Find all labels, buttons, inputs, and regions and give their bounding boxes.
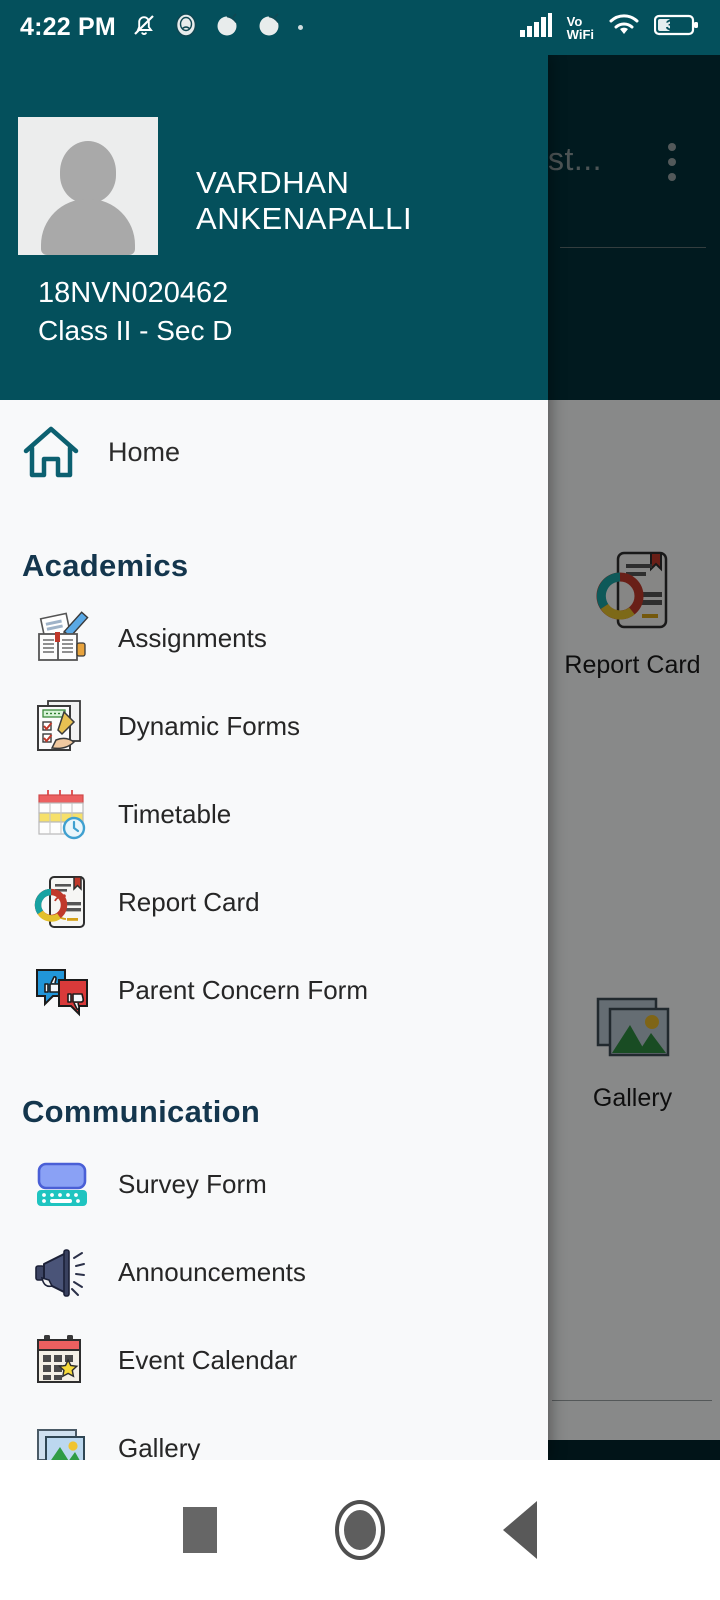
section-title-communication: Communication: [22, 1094, 261, 1129]
sidebar-item-label: Dynamic Forms: [118, 710, 301, 741]
sidebar-item-timetable[interactable]: Timetable: [0, 770, 548, 858]
gallery-icon: [594, 995, 672, 1070]
sidebar-item-label: Event Calendar: [118, 1344, 298, 1375]
sidebar-item-report-card[interactable]: Report Card: [0, 858, 548, 946]
volte-wifi-icon: Vo WiFi: [567, 15, 594, 41]
background-tile-gallery[interactable]: Gallery: [545, 995, 720, 1113]
sidebar-item-parent-concern-form[interactable]: Parent Concern Form: [0, 946, 548, 1034]
section-title-academics: Academics: [22, 548, 189, 583]
sidebar-item-label: Timetable: [118, 798, 232, 829]
sidebar-item-survey-form[interactable]: Survey Form: [0, 1140, 548, 1228]
report-card-icon: [34, 874, 90, 930]
home-icon: [20, 421, 82, 483]
gallery-icon: [34, 1420, 90, 1460]
report-card-icon: [596, 550, 670, 637]
avatar-placeholder-icon[interactable]: [18, 117, 158, 255]
phone-screen: st... Report Card Gallery VARDHAN ANKENA…: [0, 0, 720, 1600]
bell-muted-icon: [130, 11, 158, 44]
sidebar-item-dynamic-forms[interactable]: Dynamic Forms: [0, 682, 548, 770]
home-button[interactable]: [315, 1485, 405, 1575]
sidebar-item-announcements[interactable]: Announcements: [0, 1228, 548, 1316]
sidebar-item-home[interactable]: Home: [0, 400, 548, 504]
sidebar-item-event-calendar[interactable]: Event Calendar: [0, 1316, 548, 1404]
sidebar-item-label: Report Card: [118, 886, 260, 917]
back-button[interactable]: [475, 1485, 565, 1575]
student-class: Class II - Sec D: [38, 315, 233, 346]
background-appbar-title: st...: [548, 141, 603, 177]
kebab-menu-icon[interactable]: [668, 143, 676, 181]
background-footer-strip: [548, 1440, 720, 1460]
app-icon-2: [214, 11, 242, 44]
sidebar-item-label: Gallery: [118, 1432, 201, 1461]
drawer-body: Home Academics Assignments Dynamic Forms…: [0, 400, 548, 1460]
battery-level: 30: [665, 16, 683, 34]
sidebar-item-gallery[interactable]: Gallery: [0, 1404, 548, 1460]
student-name: VARDHAN ANKENAPALLI: [196, 165, 413, 236]
background-divider: [560, 247, 706, 248]
sidebar-item-label: Announcements: [118, 1256, 306, 1287]
status-bar: 4:22 PM Vo WiFi 30: [0, 0, 720, 55]
background-tile-report-card[interactable]: Report Card: [545, 550, 720, 680]
sidebar-item-label: Survey Form: [118, 1168, 267, 1199]
wifi-icon: [608, 12, 640, 43]
app-icon-3: [256, 11, 284, 44]
sidebar-item-assignments[interactable]: Assignments: [0, 594, 548, 682]
android-nav-bar: [0, 1460, 720, 1600]
drawer-header: VARDHAN ANKENAPALLI 18NVN020462 Class II…: [0, 55, 548, 400]
event-calendar-icon: [34, 1332, 90, 1388]
volte-wifi-bottom: WiFi: [566, 26, 594, 42]
signal-bars-icon: [519, 12, 553, 43]
parent-concern-icon: [34, 962, 90, 1018]
student-id: 18NVN020462: [38, 277, 229, 309]
volte-wifi-top: Vo: [566, 13, 583, 29]
dynamic-forms-icon: [34, 698, 90, 754]
sidebar-item-label: Home: [108, 436, 181, 467]
timetable-icon: [34, 786, 90, 842]
navigation-drawer: VARDHAN ANKENAPALLI 18NVN020462 Class II…: [0, 55, 548, 1460]
background-bottom-divider: [552, 1400, 712, 1401]
background-tile-label: Report Card: [564, 651, 701, 679]
sidebar-item-label: Assignments: [118, 622, 267, 653]
survey-form-icon: [34, 1156, 90, 1212]
assignments-icon: [34, 610, 90, 666]
background-tile-label: Gallery: [592, 1084, 673, 1112]
app-icon-1: [172, 11, 200, 44]
announcements-icon: [34, 1244, 90, 1300]
dot-icon: [297, 25, 303, 30]
sidebar-item-label: Parent Concern Form: [118, 974, 368, 1005]
battery-icon: 30: [653, 12, 700, 43]
recents-button[interactable]: [155, 1485, 245, 1575]
status-time: 4:22 PM: [20, 13, 116, 41]
